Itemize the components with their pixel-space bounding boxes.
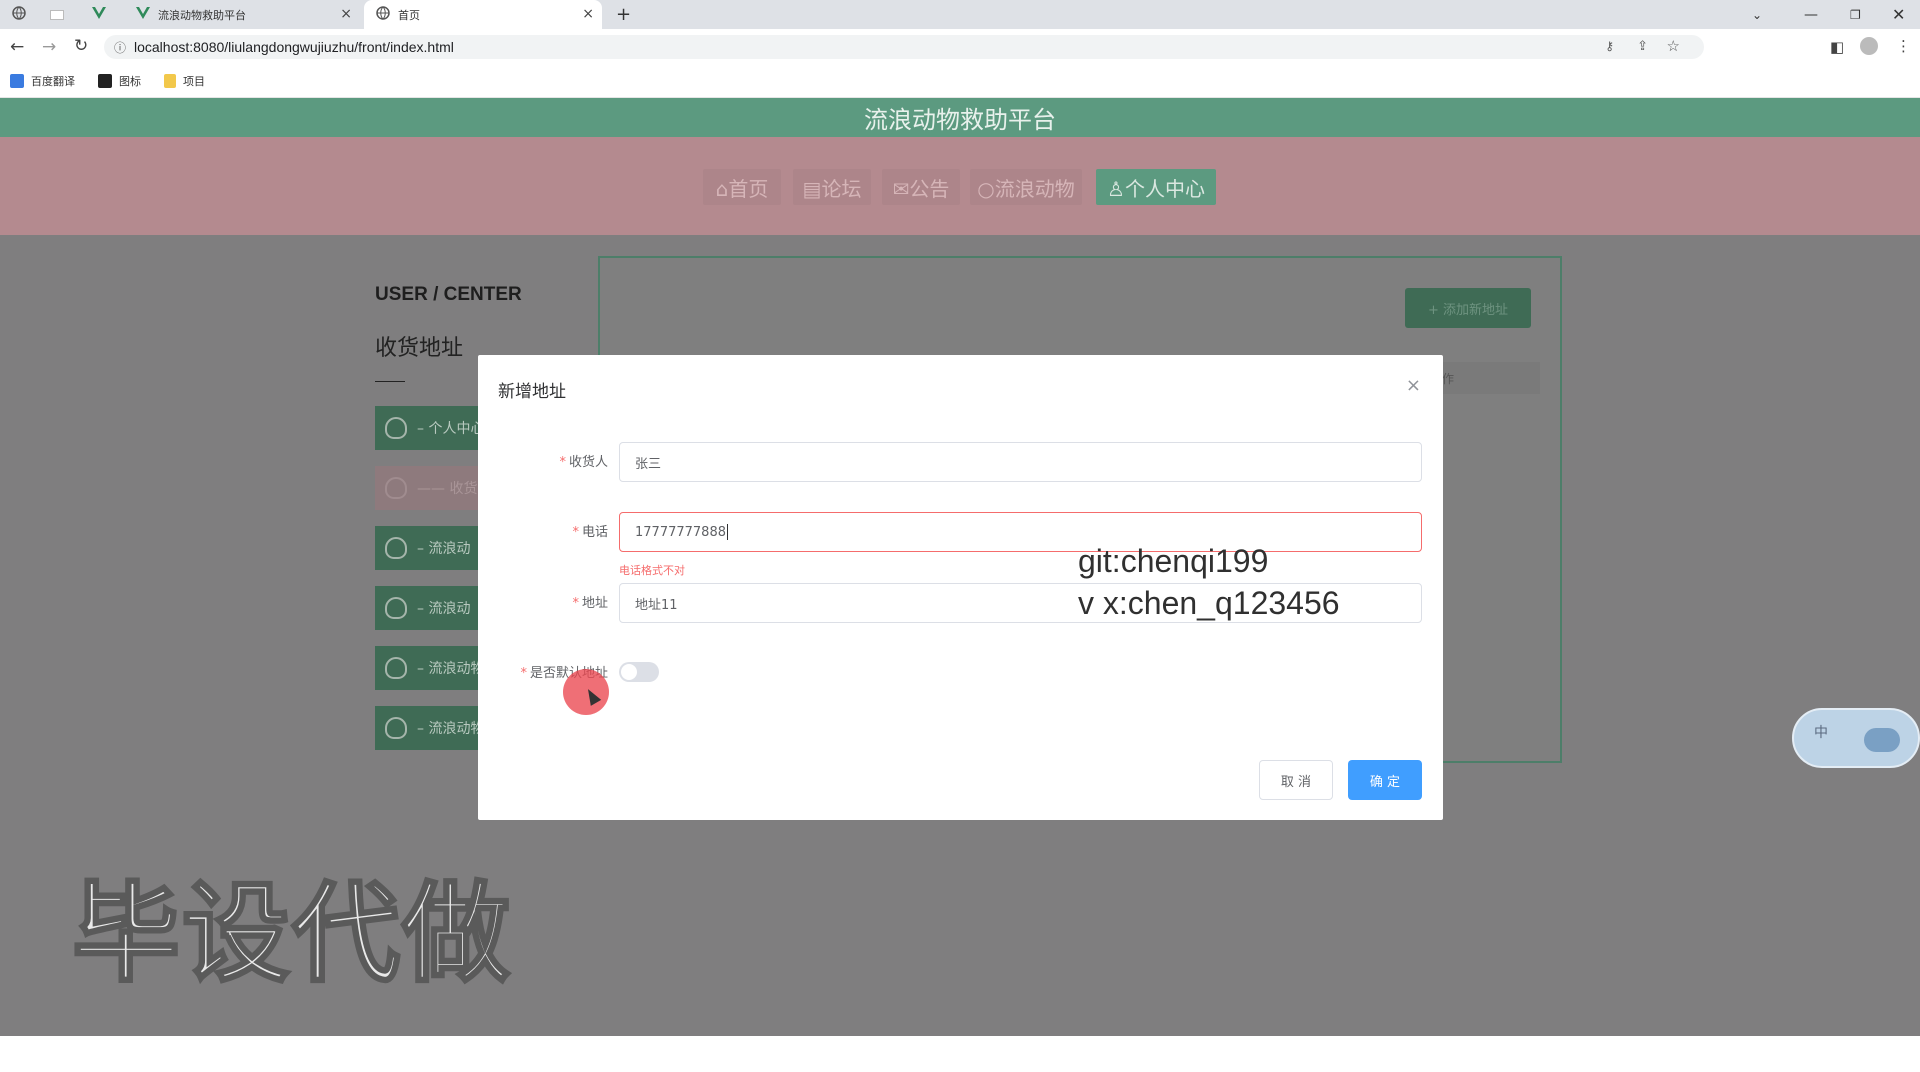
pinned-tab[interactable] xyxy=(12,0,38,29)
phone-error-message: 电话格式不对 xyxy=(619,564,685,577)
receiver-input[interactable]: 张三 xyxy=(619,442,1422,482)
divider xyxy=(375,381,405,382)
flame-icon xyxy=(385,417,407,439)
contact-overlay: git:chenqi199 v x:chen_q123456 xyxy=(1078,540,1340,624)
tab-label: 首页 xyxy=(398,8,420,22)
bookmark-label: 百度翻译 xyxy=(31,75,75,88)
url-text: localhost:8080/liulangdongwujiuzhu/front… xyxy=(134,39,454,55)
bookmarks-bar: 百度翻译 图标 项目 xyxy=(0,65,1920,98)
sidebar-item-label: – 个人中心 xyxy=(417,421,485,437)
flame-icon xyxy=(385,717,407,739)
translate-icon xyxy=(10,74,24,88)
nav-home[interactable]: ⌂首页 xyxy=(703,169,781,205)
sidebar-item-label: – 流浪动 xyxy=(417,541,471,557)
add-address-button[interactable]: + 添加新地址 xyxy=(1405,288,1531,328)
key-icon[interactable]: ⚷ xyxy=(1605,39,1614,53)
tab-home[interactable]: 首页 × xyxy=(364,0,602,29)
git-text: git:chenqi199 xyxy=(1078,543,1269,579)
close-icon[interactable]: × xyxy=(340,6,352,22)
sidebar-item-stray-3[interactable]: – 流浪动物 xyxy=(375,646,485,690)
ime-mascot-icon xyxy=(1864,728,1900,752)
text-caret xyxy=(726,524,728,540)
tab-search-icon[interactable]: ⌄ xyxy=(1752,0,1762,29)
share-icon[interactable]: ⇪ xyxy=(1637,38,1648,54)
globe-icon xyxy=(12,6,26,23)
address-bar[interactable]: ⓘ localhost:8080/liulangdongwujiuzhu/fro… xyxy=(104,35,1704,59)
user-center-heading: USER / CENTER xyxy=(375,284,522,305)
nav-notice[interactable]: ✉公告 xyxy=(882,169,960,205)
sidebar-item-address[interactable]: —— 收货 xyxy=(375,466,485,510)
ime-floating-widget[interactable]: 中 xyxy=(1792,708,1920,768)
pinned-tab[interactable] xyxy=(92,0,118,29)
nav-user-center[interactable]: ♙个人中心 xyxy=(1096,169,1216,205)
bookmark-baidu-translate[interactable]: 百度翻译 xyxy=(10,73,75,89)
bookmark-icons[interactable]: 图标 xyxy=(98,73,141,89)
close-icon[interactable]: × xyxy=(582,6,594,22)
table-header: 作 xyxy=(1440,362,1540,394)
bookmark-label: 项目 xyxy=(183,75,205,88)
bookmark-label: 图标 xyxy=(119,75,141,88)
tab-rescue-platform[interactable]: 流浪动物救助平台 × xyxy=(126,0,360,29)
sidebar-item-label: – 流浪动 xyxy=(417,601,471,617)
main-nav: ⌂首页 ▤论坛 ✉公告 ○流浪动物 ♙个人中心 xyxy=(0,137,1920,235)
receiver-label: * 收货人 xyxy=(559,455,608,470)
address-label: * 地址 xyxy=(572,596,608,611)
page-footer-area xyxy=(0,1036,1920,1072)
cancel-button[interactable]: 取 消 xyxy=(1259,760,1333,800)
sidebar-item-label: – 流浪动物 xyxy=(417,661,485,677)
user-center-subheading: 收货地址 xyxy=(375,336,464,361)
sidebar-item-stray-4[interactable]: – 流浪动物 xyxy=(375,706,485,750)
flame-icon xyxy=(385,597,407,619)
back-icon[interactable]: ← xyxy=(10,37,24,57)
nav-forum[interactable]: ▤论坛 xyxy=(793,169,871,205)
flame-icon xyxy=(385,657,407,679)
confirm-button[interactable]: 确 定 xyxy=(1348,760,1422,800)
flame-icon xyxy=(385,537,407,559)
close-window-icon[interactable]: ✕ xyxy=(1892,0,1905,29)
sidebar-item-stray-2[interactable]: – 流浪动 xyxy=(375,586,485,630)
restore-icon[interactable]: ❐ xyxy=(1850,0,1861,29)
watermark-text: 毕设代做 xyxy=(70,872,513,997)
nav-stray-animals[interactable]: ○流浪动物 xyxy=(970,169,1082,205)
wechat-text: v x:chen_q123456 xyxy=(1078,585,1340,621)
sidebar-item-label: —— 收货 xyxy=(417,481,478,497)
phone-value: 17777777888 xyxy=(635,524,726,540)
site-title: 流浪动物救助平台 xyxy=(0,98,1920,137)
dialog-title: 新增地址 xyxy=(498,382,566,402)
sidebar-item-stray-1[interactable]: – 流浪动 xyxy=(375,526,485,570)
close-icon[interactable]: × xyxy=(1406,375,1421,396)
image-icon xyxy=(98,74,112,88)
pinned-tab[interactable] xyxy=(50,0,76,29)
side-panel-icon[interactable]: ◧ xyxy=(1830,38,1844,56)
minimize-icon[interactable]: — xyxy=(1804,0,1818,29)
sidebar-item-label: – 流浪动物 xyxy=(417,721,485,737)
flame-icon xyxy=(385,477,407,499)
switch-knob xyxy=(621,664,637,680)
star-icon[interactable]: ☆ xyxy=(1667,37,1680,55)
vue-logo-icon xyxy=(92,7,106,22)
info-icon: ⓘ xyxy=(114,41,127,55)
globe-icon xyxy=(376,6,390,23)
page-icon xyxy=(50,9,64,20)
bookmark-project[interactable]: 项目 xyxy=(164,73,205,89)
default-address-switch[interactable] xyxy=(619,662,659,682)
phone-label: * 电话 xyxy=(572,525,608,540)
browser-tab-bar: 流浪动物救助平台 × 首页 × + ⌄ — ❐ ✕ xyxy=(0,0,1920,29)
profile-avatar[interactable] xyxy=(1860,37,1878,55)
forward-icon[interactable]: → xyxy=(42,37,56,57)
folder-icon xyxy=(164,74,176,88)
tab-label: 流浪动物救助平台 xyxy=(158,8,246,22)
sidebar-item-profile[interactable]: – 个人中心 xyxy=(375,406,485,450)
new-tab-button[interactable]: + xyxy=(616,0,636,29)
more-menu-icon[interactable]: ⋮ xyxy=(1896,37,1911,55)
ime-mode-label: 中 xyxy=(1814,725,1828,741)
reload-icon[interactable]: ↻ xyxy=(74,36,88,56)
vue-logo-icon xyxy=(136,7,150,22)
